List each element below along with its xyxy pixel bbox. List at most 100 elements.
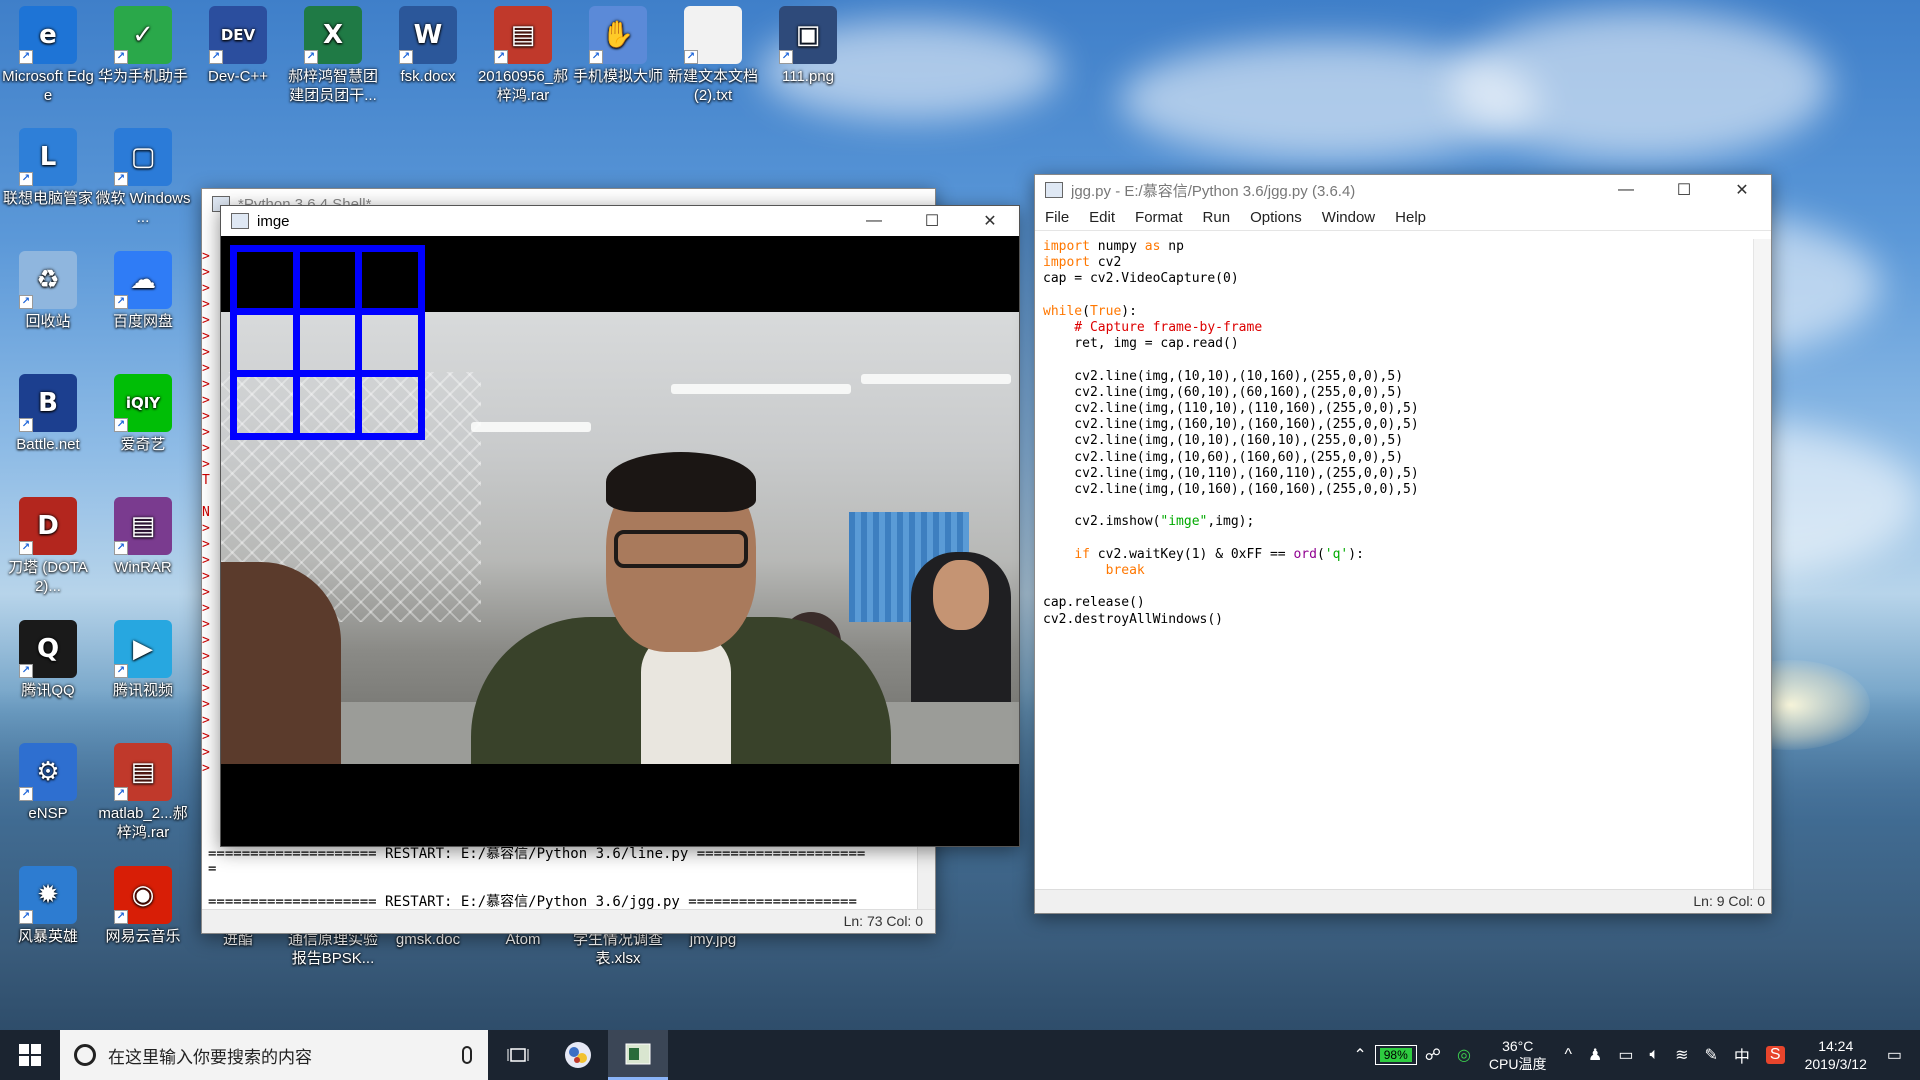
menu-file[interactable]: File xyxy=(1035,209,1079,226)
desktop-icon[interactable]: Q ↗ 腾讯QQ xyxy=(0,620,96,700)
battery-percent: 98% xyxy=(1379,1048,1412,1062)
menu-options[interactable]: Options xyxy=(1240,209,1312,226)
desktop-icon-label[interactable]: 通信原理实验报告BPSK... xyxy=(285,930,381,968)
app-icon: ▣ ↗ xyxy=(779,6,837,64)
cortana-icon xyxy=(74,1044,96,1066)
shortcut-arrow-icon: ↗ xyxy=(19,295,33,309)
desktop-icon[interactable]: ◉ ↗ 网易云音乐 xyxy=(95,866,191,946)
network-icon[interactable]: ≋ xyxy=(1675,1045,1688,1065)
desktop-icon-label: 111.png xyxy=(782,68,834,85)
qq-tray-icon[interactable]: ♟ xyxy=(1588,1045,1602,1065)
desktop-icon[interactable]: e ↗ Microsoft Edge xyxy=(0,6,96,105)
menu-help[interactable]: Help xyxy=(1385,209,1436,226)
people-icon[interactable]: ☍ xyxy=(1425,1045,1441,1065)
close-button[interactable]: ✕ xyxy=(961,206,1019,236)
desktop-icon[interactable]: ✋ ↗ 手机模拟大师 xyxy=(570,6,666,86)
app-icon: ▶ ↗ xyxy=(114,620,172,678)
desktop-icon[interactable]: iQIY ↗ 爱奇艺 xyxy=(95,374,191,454)
taskbar-python-app[interactable] xyxy=(548,1030,608,1080)
desktop-icon[interactable]: ▤ ↗ 20160956_郝梓鸿.rar xyxy=(475,6,571,105)
shortcut-arrow-icon: ↗ xyxy=(19,787,33,801)
windows-logo-icon xyxy=(19,1044,41,1066)
desktop-icon[interactable]: ▶ ↗ 腾讯视频 xyxy=(95,620,191,700)
app-icon: ▤ ↗ xyxy=(114,743,172,801)
app-icon: L ↗ xyxy=(19,128,77,186)
desktop-icon[interactable]: ▣ ↗ 111.png xyxy=(760,6,856,86)
code-line: ret, img = cap.read() xyxy=(1043,336,1239,352)
cpu-temp-label: CPU温度 xyxy=(1488,1056,1547,1072)
desktop-icon-label: 郝梓鸿智慧团建团员团干... xyxy=(287,68,378,104)
taskbar-clock[interactable]: 14:24 2019/3/12 xyxy=(1805,1037,1867,1073)
minimize-button[interactable]: — xyxy=(1597,175,1655,205)
desktop-icon-label: Battle.net xyxy=(16,436,80,453)
code-line: cv2.imshow("imge",img); xyxy=(1043,514,1255,530)
menu-edit[interactable]: Edit xyxy=(1079,209,1125,226)
task-view-button[interactable] xyxy=(488,1030,548,1080)
imge-title: imge xyxy=(257,212,290,230)
shortcut-arrow-icon: ↗ xyxy=(684,50,698,64)
power-icon[interactable]: ▭ xyxy=(1618,1045,1633,1065)
shortcut-arrow-icon: ↗ xyxy=(114,664,128,678)
show-hidden-icons-icon[interactable]: ^ xyxy=(1564,1046,1572,1064)
desktop-icon[interactable]: DEV ↗ Dev-C++ xyxy=(190,6,286,86)
desktop-icon[interactable]: ⚙ ↗ eNSP xyxy=(0,743,96,823)
code-line: if cv2.waitKey(1) & 0xFF == ord('q'): xyxy=(1074,546,1364,562)
desktop-icon[interactable]: ▤ ↗ matlab_2...郝梓鸿.rar xyxy=(95,743,191,842)
code-editor[interactable]: import numpy as np import cv2 cap = cv2.Vi… xyxy=(1043,239,1419,628)
desktop-icon[interactable]: D ↗ 刀塔 (DOTA2)... xyxy=(0,497,96,596)
chevron-up-icon[interactable]: ⌃ xyxy=(1353,1045,1366,1065)
desktop-icon[interactable]: ☁ ↗ 百度网盘 xyxy=(95,251,191,331)
desktop-icon-label[interactable]: 学生情况调查表.xlsx xyxy=(570,930,666,968)
security-icon[interactable]: ◎ xyxy=(1457,1045,1471,1065)
close-button[interactable]: ✕ xyxy=(1713,175,1771,205)
desktop-icon[interactable]: B ↗ Battle.net xyxy=(0,374,96,454)
desktop-icon[interactable]: L ↗ 联想电脑管家 xyxy=(0,128,96,208)
notification-icon[interactable]: ▭ xyxy=(1887,1045,1902,1065)
desktop-icon[interactable]: ♻ ↗ 回收站 xyxy=(0,251,96,331)
microphone-icon[interactable] xyxy=(462,1046,472,1064)
app-icon: ⚙ ↗ xyxy=(19,743,77,801)
editor-scrollbar[interactable] xyxy=(1753,239,1771,889)
taskbar-search-box[interactable]: 在这里输入你要搜索的内容 xyxy=(60,1030,488,1080)
battery-indicator[interactable]: 98% xyxy=(1374,1045,1417,1065)
volume-icon[interactable]: 🔈︎ xyxy=(1649,1046,1659,1064)
shortcut-arrow-icon: ↗ xyxy=(114,50,128,64)
desktop-icon[interactable]: W ↗ fsk.docx xyxy=(380,6,476,86)
desktop-icon-label: 网易云音乐 xyxy=(105,928,181,945)
start-button[interactable] xyxy=(0,1030,60,1080)
idle-editor-window[interactable]: jgg.py - E:/慕容信/Python 3.6/jgg.py (3.6.4… xyxy=(1034,174,1772,914)
editor-title: jgg.py - E:/慕容信/Python 3.6/jgg.py (3.6.4… xyxy=(1071,182,1356,200)
cpu-temperature[interactable]: 36°C CPU温度 xyxy=(1489,1037,1547,1073)
desktop-icon[interactable]: ↗ 新建文本文档 (2).txt xyxy=(665,6,761,105)
maximize-button[interactable]: ☐ xyxy=(903,206,961,236)
desktop-icon[interactable]: ▤ ↗ WinRAR xyxy=(95,497,191,577)
desktop-icon[interactable]: X ↗ 郝梓鸿智慧团建团员团干... xyxy=(285,6,381,105)
code-line: import numpy as np xyxy=(1043,239,1184,254)
editor-titlebar[interactable]: jgg.py - E:/慕容信/Python 3.6/jgg.py (3.6.4… xyxy=(1035,175,1771,205)
desktop-icon[interactable]: ▢ ↗ 微软 Windows ... xyxy=(95,128,191,227)
desktop-icon[interactable]: ✓ ↗ 华为手机助手 xyxy=(95,6,191,86)
minimize-button[interactable]: — xyxy=(845,206,903,236)
window-icon xyxy=(231,213,249,229)
sogou-icon[interactable]: S xyxy=(1765,1046,1785,1064)
imge-window[interactable]: imge — ☐ ✕ xyxy=(220,205,1020,847)
desktop-icon[interactable]: ✹ ↗ 风暴英雄 xyxy=(0,866,96,946)
menu-format[interactable]: Format xyxy=(1125,209,1193,226)
desktop-icon-label: 刀塔 (DOTA2)... xyxy=(8,559,88,595)
ime-indicator[interactable]: 中 xyxy=(1734,1043,1750,1067)
desktop-icon-label: 手机模拟大师 xyxy=(572,68,663,85)
menu-run[interactable]: Run xyxy=(1193,209,1241,226)
pen-icon[interactable]: ✎ xyxy=(1704,1045,1717,1065)
menu-window[interactable]: Window xyxy=(1312,209,1385,226)
imge-titlebar[interactable]: imge — ☐ ✕ xyxy=(221,206,1019,236)
app-icon: ✋ ↗ xyxy=(589,6,647,64)
code-line: cv2.line(img,(110,10),(110,160),(255,0,0… xyxy=(1043,401,1419,417)
taskbar-opencv-window[interactable] xyxy=(608,1030,668,1080)
shortcut-arrow-icon: ↗ xyxy=(399,50,413,64)
maximize-button[interactable]: ☐ xyxy=(1655,175,1713,205)
shortcut-arrow-icon: ↗ xyxy=(494,50,508,64)
